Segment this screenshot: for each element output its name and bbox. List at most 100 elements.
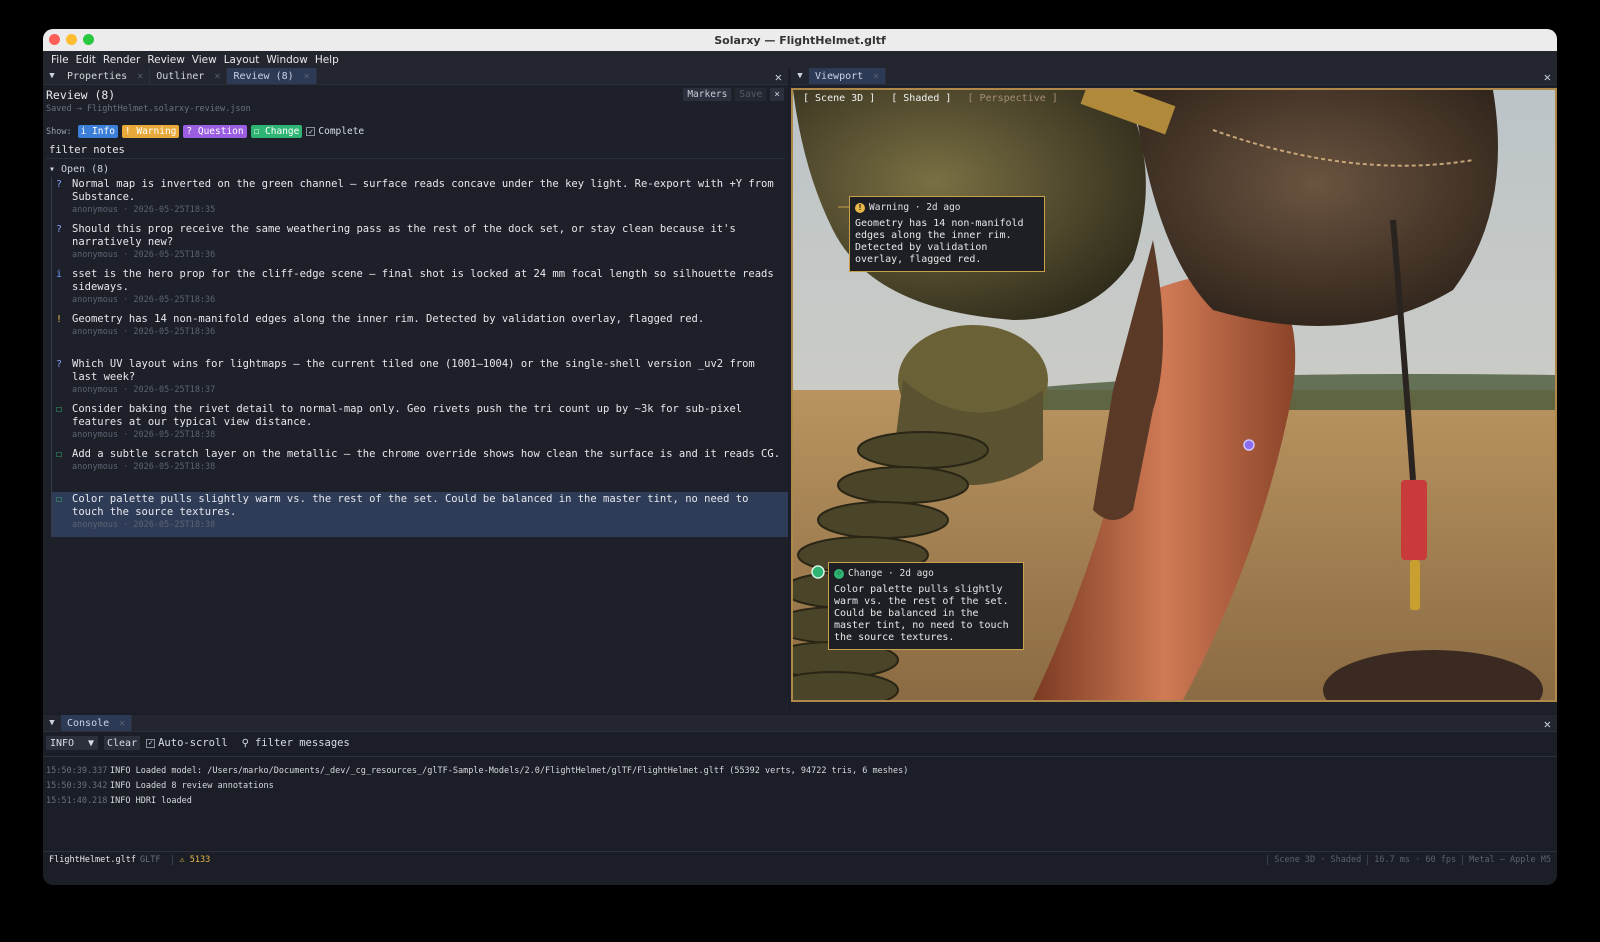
log-level-value: INFO [50, 737, 75, 749]
review-note[interactable]: ? Should this prop receive the same weath… [52, 222, 788, 267]
note-type-icon: ☐ [56, 449, 63, 460]
tab-console[interactable]: Console ✕ [61, 715, 133, 731]
console-tab-bar: ▼ Console ✕ ✕ [43, 715, 1557, 732]
review-panel: ▼ Properties ✕ Outliner ✕ Review (8) ✕ ✕ Re… [43, 68, 788, 713]
warning-icon: ! [855, 203, 865, 213]
log-timestamp: 15:50:39.337 [46, 765, 108, 776]
close-tab-icon[interactable]: ✕ [304, 71, 310, 82]
menu-layout[interactable]: Layout [224, 54, 260, 66]
scene-3d-toggle[interactable]: [ Scene 3D ] [803, 93, 875, 104]
save-button[interactable]: Save [735, 88, 767, 101]
status-perf: 16.7 ms · 60 fps [1367, 855, 1456, 865]
viewport-canvas[interactable]: [ Scene 3D ] [ Shaded ] [ Perspective ] … [791, 88, 1557, 702]
review-note[interactable]: ☐ Color palette pulls slightly warm vs. t… [52, 492, 788, 537]
close-panel-icon[interactable]: ✕ [1544, 715, 1551, 732]
menu-bar: File Edit Render Review View Layout Wind… [43, 51, 1557, 68]
close-window-button[interactable] [49, 34, 60, 45]
review-note[interactable]: ☐ Add a subtle scratch layer on the metal… [52, 447, 788, 492]
menu-render[interactable]: Render [103, 54, 140, 66]
status-warnings[interactable]: ⚠ 5133 [172, 855, 210, 865]
review-note[interactable]: ! Geometry has 14 non-manifold edges alon… [52, 312, 788, 357]
status-right: Scene 3D · Shaded 16.7 ms · 60 fps Metal… [1267, 855, 1557, 865]
filter-chip-info[interactable]: i Info [77, 125, 118, 138]
log-line: 15:50:39.337 INFO Loaded model: /Users/ma… [46, 763, 1554, 778]
close-tab-icon[interactable]: ✕ [119, 718, 125, 729]
close-tab-icon[interactable]: ✕ [137, 71, 143, 82]
note-type-icon: ? [56, 359, 63, 370]
warning-annotation[interactable]: ! Warning · 2d ago Geometry has 14 non-ma… [849, 196, 1045, 272]
status-bar: FlightHelmet.gltf GLTF ⚠ 5133 Scene 3D ·… [43, 851, 1557, 868]
collapse-triangle-icon[interactable]: ▼ [791, 68, 809, 84]
marker-question-dot[interactable] [1243, 439, 1255, 451]
review-note[interactable]: i sset is the hero prop for the cliff-edg… [52, 267, 788, 312]
close-panel-icon[interactable]: ✕ [1544, 68, 1551, 85]
menu-window[interactable]: Window [266, 54, 307, 66]
left-tab-bar: ▼ Properties ✕ Outliner ✕ Review (8) ✕ ✕ [43, 68, 788, 85]
status-gpu: Metal — Apple M5 [1462, 855, 1551, 865]
note-text: Which UV layout wins for lightmaps — the… [72, 358, 755, 383]
markers-button[interactable]: Markers [683, 88, 732, 101]
annotation-text: Geometry has 14 non-manifold edges along… [855, 218, 1024, 265]
menu-help[interactable]: Help [315, 54, 339, 66]
filter-notes-input[interactable]: filter notes [46, 142, 785, 159]
autoscroll-label: Auto-scroll [158, 737, 228, 749]
note-text: Color palette pulls slightly warm vs. th… [72, 493, 749, 518]
clear-button[interactable]: Clear [104, 736, 141, 750]
note-type-icon: ☐ [56, 494, 63, 505]
title-bar: Solarxy — FlightHelmet.gltf [43, 29, 1557, 51]
complete-checkbox[interactable]: ✓ Complete [306, 126, 364, 137]
note-meta: anonymous · 2026-05-25T18:36 [72, 327, 216, 337]
tab-label: Viewport [815, 70, 864, 82]
note-text: Geometry has 14 non-manifold edges along… [72, 313, 705, 325]
note-meta: anonymous · 2026-05-25T18:38 [72, 462, 216, 472]
close-panel-icon[interactable]: ✕ [775, 68, 782, 85]
note-type-icon: ! [56, 314, 63, 325]
window-title: Solarxy — FlightHelmet.gltf [714, 33, 886, 47]
review-note[interactable]: ? Which UV layout wins for lightmaps — th… [52, 357, 788, 402]
note-text: Consider baking the rivet detail to norm… [72, 403, 743, 428]
complete-label: Complete [318, 126, 365, 137]
tab-outliner[interactable]: Outliner ✕ [150, 68, 228, 84]
note-meta: anonymous · 2026-05-25T18:37 [72, 385, 216, 395]
autoscroll-checkbox[interactable]: ✓ Auto-scroll [146, 737, 228, 749]
perspective-toggle[interactable]: [ Perspective ] [967, 93, 1057, 104]
shaded-toggle[interactable]: [ Shaded ] [891, 93, 951, 104]
minimize-window-button[interactable] [66, 34, 77, 45]
close-tab-icon[interactable]: ✕ [214, 71, 220, 82]
note-body: sset is the hero prop for the cliff-edge… [72, 268, 784, 310]
tab-review[interactable]: Review (8) ✕ [227, 68, 317, 84]
viewport-panel: ▼ Viewport ✕ ✕ [Scene 3D] [Shaded] [… [791, 68, 1557, 713]
status-mode: Scene 3D · Shaded [1267, 855, 1361, 865]
filter-chip-warning[interactable]: ! Warning [121, 125, 180, 138]
log-level-select[interactable]: INFO ▼ [46, 736, 98, 750]
menu-file[interactable]: File [51, 54, 69, 66]
tab-viewport[interactable]: Viewport ✕ [809, 68, 887, 84]
zoom-window-button[interactable] [83, 34, 94, 45]
review-note[interactable]: ? Normal map is inverted on the green cha… [52, 177, 788, 222]
filter-chip-question[interactable]: ? Question [183, 125, 247, 138]
change-annotation[interactable]: ◦ Change · 2d ago Color palette pulls sli… [828, 562, 1024, 650]
note-meta: anonymous · 2026-05-25T18:36 [72, 250, 216, 260]
filter-chip-change[interactable]: ☐ Change [250, 125, 303, 138]
note-body: Consider baking the rivet detail to norm… [72, 403, 784, 445]
collapse-triangle-icon[interactable]: ▼ [43, 715, 61, 731]
marker-change-dot[interactable] [811, 565, 825, 579]
review-title: Review (8) [46, 88, 116, 102]
log-line: 15:50:39.342 INFO Loaded 8 review annotat… [46, 778, 1554, 793]
note-type-icon: ? [56, 224, 63, 235]
menu-review[interactable]: Review [147, 54, 184, 66]
note-text: Should this prop receive the same weathe… [72, 223, 736, 248]
search-icon: ⚲ [241, 737, 249, 749]
open-group-header[interactable]: ▾ Open (8) [43, 159, 788, 177]
annotation-header-text: Change · 2d ago [848, 568, 934, 579]
tab-properties[interactable]: Properties ✕ [61, 68, 151, 84]
tab-label: Console [67, 717, 110, 729]
filter-messages-input[interactable]: filter messages [255, 737, 350, 749]
close-tab-icon[interactable]: ✕ [873, 71, 879, 82]
menu-view[interactable]: View [192, 54, 217, 66]
annotation-header-text: Warning · 2d ago [869, 202, 961, 213]
review-note[interactable]: ☐ Consider baking the rivet detail to nor… [52, 402, 788, 447]
close-review-button[interactable]: × [770, 88, 784, 101]
collapse-triangle-icon[interactable]: ▼ [43, 68, 61, 84]
menu-edit[interactable]: Edit [76, 54, 96, 66]
